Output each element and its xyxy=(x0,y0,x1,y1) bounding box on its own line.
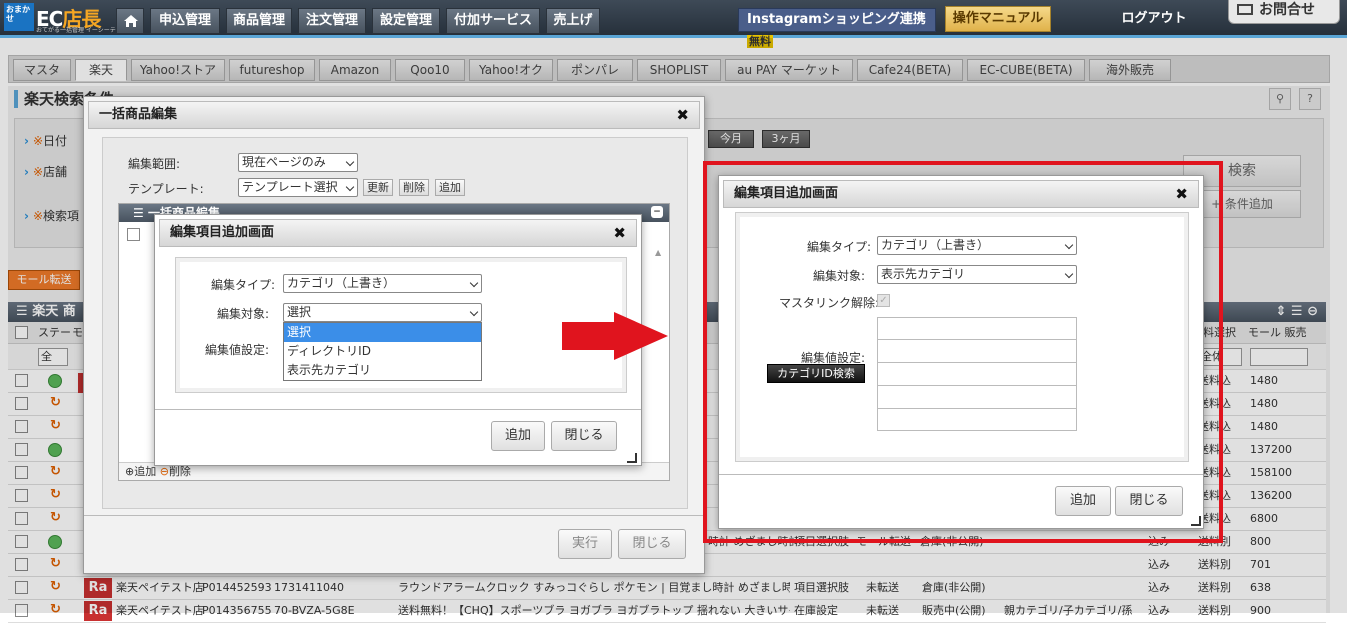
delete-item-label: 削除 xyxy=(168,465,191,478)
chevron-down-icon xyxy=(345,182,355,192)
nav-sales[interactable]: 売上げ xyxy=(546,8,600,34)
top-bar: おまかせ EC店長 おてがる一括管理 イーシーテンチョウ 申込管理 商品管理 注… xyxy=(0,0,1347,48)
nav-applications[interactable]: 申込管理 xyxy=(150,8,220,34)
nav-products[interactable]: 商品管理 xyxy=(226,8,292,34)
add-button[interactable]: 追加 xyxy=(491,421,545,451)
edit-target-label: 編集対象: xyxy=(217,307,270,321)
select-all-items-checkbox[interactable] xyxy=(127,228,140,241)
execute-button[interactable]: 実行 xyxy=(558,529,612,559)
divider xyxy=(84,515,704,516)
nav-settings[interactable]: 設定管理 xyxy=(372,8,440,34)
close-icon[interactable]: ✖ xyxy=(676,106,689,124)
instagram-label: Instagramショッピング連携 xyxy=(747,12,926,27)
chevron-down-icon xyxy=(345,157,355,167)
manual-button[interactable]: 操作マニュアル xyxy=(945,6,1051,32)
scope-select[interactable]: 現在ページのみ xyxy=(238,153,358,172)
dropdown-option-directory-id[interactable]: ディレクトリID xyxy=(284,342,481,361)
logout-button[interactable]: ログアウト xyxy=(1094,8,1214,32)
divider xyxy=(155,409,641,410)
scope-value: 現在ページのみ xyxy=(242,155,326,169)
scope-label: 編集範囲: xyxy=(128,157,181,171)
add-item-label: 追加 xyxy=(134,465,157,478)
edit-target-select[interactable]: 選択 xyxy=(283,303,482,322)
logo-mark: おまかせ xyxy=(4,3,34,31)
bulk-edit-title: 一括商品編集 ✖ xyxy=(88,101,700,129)
template-value: テンプレート選択 xyxy=(242,180,338,194)
nav-addon-services[interactable]: 付加サービス xyxy=(446,8,540,34)
app-logo[interactable]: おまかせ EC店長 おてがる一括管理 イーシーテンチョウ xyxy=(4,3,140,34)
edit-type-select[interactable]: カテゴリ（上書き） xyxy=(283,274,482,293)
collapse-icon[interactable]: − xyxy=(651,206,663,218)
add-edit-item-title-text: 編集項目追加画面 xyxy=(170,225,275,240)
template-add-button[interactable]: 追加 xyxy=(435,179,465,196)
close-button[interactable]: 閉じる xyxy=(551,421,617,451)
resize-handle-icon[interactable] xyxy=(627,453,637,463)
edit-type-value: カテゴリ（上書き） xyxy=(287,276,396,290)
edit-value-label: 編集値設定: xyxy=(205,343,270,357)
nav-orders[interactable]: 注文管理 xyxy=(298,8,366,34)
template-select[interactable]: テンプレート選択 xyxy=(238,178,358,197)
bulk-edit-title-text: 一括商品編集 xyxy=(99,107,178,122)
edit-type-label: 編集タイプ: xyxy=(211,278,276,292)
dropdown-option-display-category[interactable]: 表示先カテゴリ xyxy=(284,361,481,380)
template-update-button[interactable]: 更新 xyxy=(363,179,393,196)
template-delete-button[interactable]: 削除 xyxy=(399,179,429,196)
bulk-close-button[interactable]: 閉じる xyxy=(618,529,686,559)
delete-item-link[interactable]: ⊖ xyxy=(160,465,169,478)
add-edit-item-title: 編集項目追加画面 ✖ xyxy=(159,219,637,247)
dropdown-option-select[interactable]: 選択 xyxy=(284,323,481,342)
close-icon[interactable]: ✖ xyxy=(613,224,626,242)
red-arrow-icon xyxy=(562,312,668,360)
edit-target-value: 選択 xyxy=(287,305,312,319)
chevron-down-icon xyxy=(469,307,479,317)
contact-button[interactable]: お問合せ xyxy=(1228,0,1340,24)
add-item-link[interactable]: ⊕追加 xyxy=(125,465,156,478)
home-button[interactable] xyxy=(116,8,144,34)
highlight-box xyxy=(703,161,1223,543)
home-icon xyxy=(124,15,138,27)
edit-target-dropdown[interactable]: 選択 ディレクトリID 表示先カテゴリ xyxy=(283,322,482,381)
contact-label: お問合せ xyxy=(1259,2,1315,18)
envelope-icon xyxy=(1237,4,1253,15)
instagram-shopping-button[interactable]: Instagramショッピング連携無料 xyxy=(738,8,936,48)
chevron-down-icon xyxy=(469,278,479,288)
template-label: テンプレート: xyxy=(128,182,204,196)
